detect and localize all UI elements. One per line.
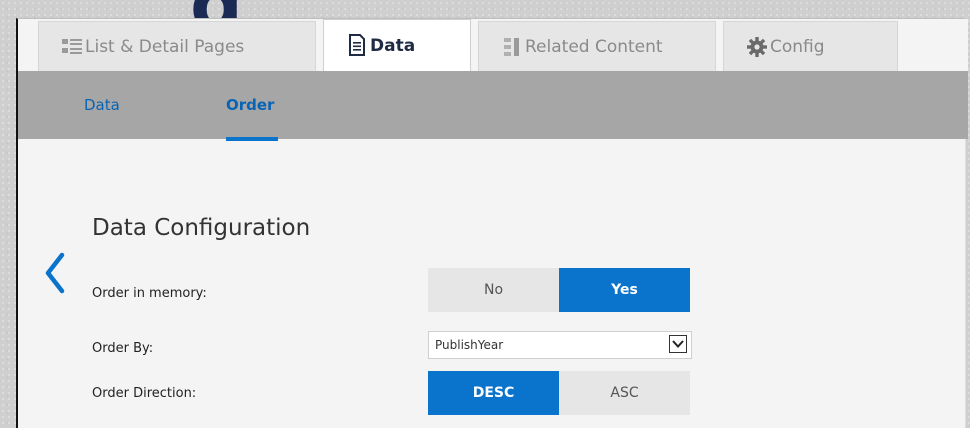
order-direction-desc-button[interactable]: DESC bbox=[428, 371, 559, 415]
order-in-memory-yes-button[interactable]: Yes bbox=[559, 268, 690, 312]
tab-list-detail-pages[interactable]: List & Detail Pages bbox=[38, 21, 316, 71]
order-direction-label: Order Direction: bbox=[92, 386, 197, 401]
tab-data[interactable]: Data bbox=[323, 19, 471, 71]
order-direction-toggle: DESC ASC bbox=[428, 371, 690, 415]
tab-label: List & Detail Pages bbox=[85, 36, 245, 57]
chevron-down-icon[interactable] bbox=[669, 335, 687, 353]
document-icon bbox=[349, 34, 365, 56]
related-icon bbox=[504, 38, 519, 56]
tab-config[interactable]: Config bbox=[723, 21, 898, 71]
back-arrow-icon[interactable] bbox=[40, 251, 70, 295]
section-title: Data Configuration bbox=[92, 215, 311, 241]
list-icon bbox=[62, 39, 82, 54]
order-direction-asc-button[interactable]: ASC bbox=[559, 371, 690, 415]
subnav-item-data[interactable]: Data bbox=[84, 71, 120, 139]
subnav-item-order[interactable]: Order bbox=[226, 71, 274, 139]
tab-related-content[interactable]: Related Content bbox=[478, 21, 716, 71]
app-panel: List & Detail Pages Data Related Content bbox=[16, 18, 968, 428]
sub-navigation: Data Order bbox=[18, 71, 968, 141]
tab-bar: List & Detail Pages Data Related Content bbox=[18, 19, 968, 71]
order-in-memory-no-button[interactable]: No bbox=[428, 268, 559, 312]
order-by-select[interactable]: PublishYear bbox=[428, 331, 692, 359]
tab-label: Related Content bbox=[525, 36, 663, 57]
tab-label: Data bbox=[370, 35, 416, 56]
order-by-selected-value: PublishYear bbox=[435, 338, 504, 352]
active-subnav-indicator bbox=[226, 137, 278, 141]
gear-icon bbox=[747, 37, 767, 57]
order-in-memory-label: Order in memory: bbox=[92, 286, 207, 301]
tab-label: Config bbox=[770, 36, 825, 57]
order-by-label: Order By: bbox=[92, 341, 154, 356]
order-in-memory-toggle: No Yes bbox=[428, 268, 690, 312]
